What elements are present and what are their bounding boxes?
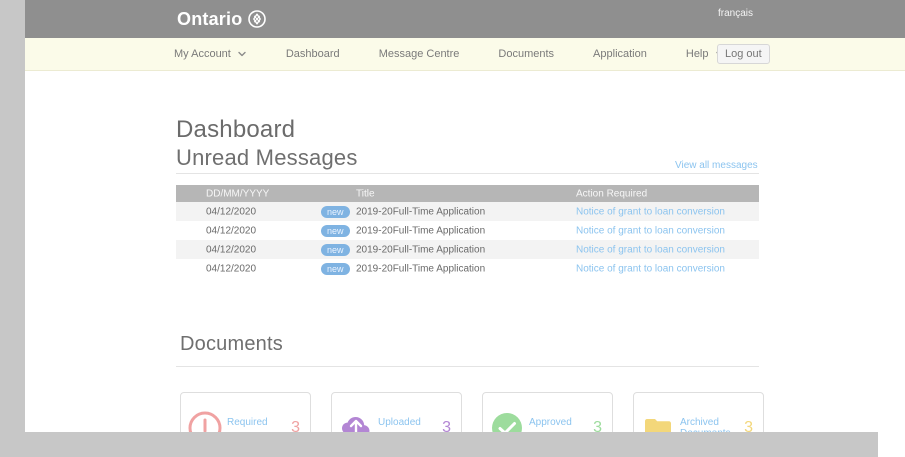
table-row[interactable]: 04/12/2020 new 2019-20Full-Time Applicat… (176, 221, 759, 240)
table-row[interactable]: 04/12/2020 new 2019-20Full-Time Applicat… (176, 259, 759, 278)
nav-item-dashboard[interactable]: Dashboard (286, 48, 340, 60)
table-header-row: DD/MM/YYYY Title Action Required (176, 185, 759, 202)
nav-bar: My Account Dashboard Message Centre Docu… (0, 38, 905, 71)
nav-item-label: Documents (498, 48, 555, 60)
nav-item-application[interactable]: Application (593, 48, 647, 60)
message-date: 04/12/2020 (206, 244, 257, 255)
message-date: 04/12/2020 (206, 263, 257, 274)
table-header-title: Title (356, 188, 375, 199)
left-gray-frame (0, 0, 25, 457)
unread-messages-title: Unread Messages (176, 145, 358, 170)
top-bar: Ontario français (0, 0, 905, 38)
brand-text: Ontario (177, 8, 243, 29)
new-badge: new (321, 243, 350, 256)
card-label: Approved (529, 417, 572, 428)
trillium-icon (248, 10, 267, 28)
nav-item-my-account[interactable]: My Account (174, 48, 247, 60)
table-row[interactable]: 04/12/2020 new 2019-20Full-Time Applicat… (176, 202, 759, 221)
message-date: 04/12/2020 (206, 225, 257, 236)
chevron-down-icon (237, 49, 247, 59)
card-label: Uploaded (378, 417, 421, 428)
nav-item-documents[interactable]: Documents (498, 48, 554, 60)
unread-messages-table: DD/MM/YYYY Title Action Required 04/12/2… (176, 185, 759, 278)
nav-item-label: My Account (174, 48, 231, 60)
documents-title: Documents (180, 333, 283, 355)
table-header-date: DD/MM/YYYY (206, 188, 270, 199)
action-required-link[interactable]: Notice of grant to loan conversion (576, 225, 725, 236)
table-row[interactable]: 04/12/2020 new 2019-20Full-Time Applicat… (176, 240, 759, 259)
action-required-link[interactable]: Notice of grant to loan conversion (576, 206, 725, 217)
nav-item-label: Message Centre (378, 48, 460, 60)
message-date: 04/12/2020 (206, 206, 257, 217)
new-badge: new (321, 205, 350, 218)
message-title[interactable]: 2019-20Full-Time Application (356, 206, 485, 217)
bottom-right-gap (878, 432, 905, 457)
new-badge: new (321, 262, 350, 275)
message-title[interactable]: 2019-20Full-Time Application (356, 263, 485, 274)
action-required-link[interactable]: Notice of grant to loan conversion (576, 244, 725, 255)
ontario-logo[interactable]: Ontario (177, 6, 267, 32)
card-label: Required (227, 417, 268, 428)
nav-item-label: Help (685, 48, 709, 60)
nav-item-label: Dashboard (285, 48, 340, 60)
message-title[interactable]: 2019-20Full-Time Application (356, 244, 485, 255)
archived-label-line1: Archived (680, 417, 719, 428)
main-nav: My Account Dashboard Message Centre Docu… (174, 38, 725, 70)
logout-button[interactable]: Log out (717, 44, 770, 64)
language-link[interactable]: français (718, 8, 753, 19)
page-title: Dashboard (176, 116, 296, 144)
message-title[interactable]: 2019-20Full-Time Application (356, 225, 485, 236)
table-header-action: Action Required (576, 188, 648, 199)
documents-divider (176, 366, 759, 367)
view-all-messages-link[interactable]: View all messages (675, 160, 758, 171)
unread-messages-divider (176, 173, 759, 174)
action-required-link[interactable]: Notice of grant to loan conversion (576, 263, 725, 274)
nav-item-label: Application (593, 48, 647, 60)
bottom-gray-frame (0, 432, 878, 457)
new-badge: new (321, 224, 350, 237)
nav-item-message-centre[interactable]: Message Centre (379, 48, 460, 60)
